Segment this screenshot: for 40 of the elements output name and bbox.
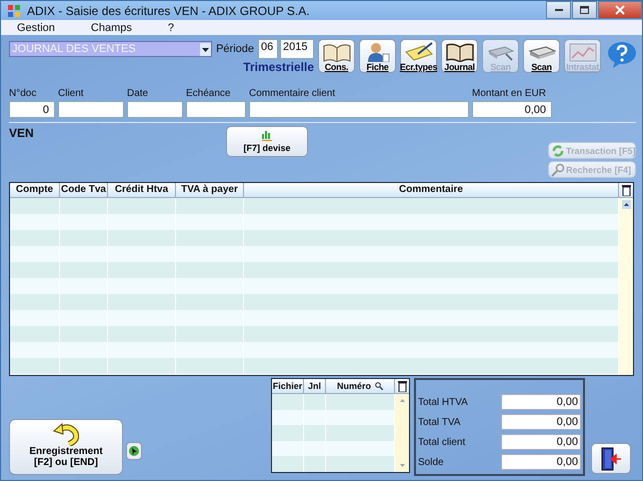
field-label: Echéance (186, 88, 232, 99)
field-label: Commentaire client (249, 88, 336, 99)
year-field[interactable]: 2015 (280, 39, 314, 59)
total-label: Total client (418, 436, 466, 448)
column-header[interactable]: Numéro (326, 379, 395, 393)
total-label: Total HTVA (418, 396, 468, 408)
field-label: N°doc (9, 88, 38, 99)
total-field: 0,00 (501, 394, 581, 410)
input-field[interactable]: 0,00 (472, 101, 552, 118)
menu-item[interactable]: Gestion (17, 22, 55, 34)
toolbar-button[interactable]: Cons. (318, 39, 355, 73)
column-header[interactable]: Code Tva (60, 183, 108, 197)
frequency-label: Trimestrielle (243, 60, 314, 74)
input-field[interactable]: 0 (9, 101, 55, 118)
menu-item[interactable]: Champs (90, 22, 132, 34)
total-field: 0,00 (501, 454, 581, 470)
column-header[interactable]: Compte (10, 183, 60, 197)
devise-button[interactable]: [F7] devise (226, 126, 308, 157)
total-field: 0,00 (501, 414, 581, 430)
total-label: Total TVA (418, 416, 460, 428)
column-header[interactable]: TVA à payer (176, 183, 244, 197)
period-label: Période (216, 43, 254, 55)
column-header[interactable]: Crédit Htva (108, 183, 176, 197)
total-field: 0,00 (501, 434, 581, 450)
column-header[interactable]: Commentaire (244, 183, 619, 197)
save-button[interactable]: Enregistrement [F2] ou [END] (9, 419, 123, 475)
toolbar-button[interactable]: Scan (523, 39, 560, 73)
toolbar-button[interactable]: Ecr.types (400, 39, 437, 73)
column-header[interactable]: Jnl (304, 379, 326, 393)
journal-code: VEN (9, 126, 35, 140)
field-label: Client (58, 88, 85, 99)
total-label: Solde (418, 456, 444, 468)
toolbar-button[interactable]: Fiche (359, 39, 396, 73)
field-label: Montant en EUR (472, 88, 547, 99)
field-label: Date (127, 88, 150, 99)
column-header[interactable]: Fichier (272, 379, 304, 393)
menu-item[interactable]: ? (168, 22, 174, 34)
window-title: ADIX - Saisie des écritures VEN - ADIX GROUP S.A. (27, 4, 311, 18)
toolbar-button[interactable]: Journal (441, 39, 478, 73)
month-field[interactable]: 06 (258, 39, 278, 59)
